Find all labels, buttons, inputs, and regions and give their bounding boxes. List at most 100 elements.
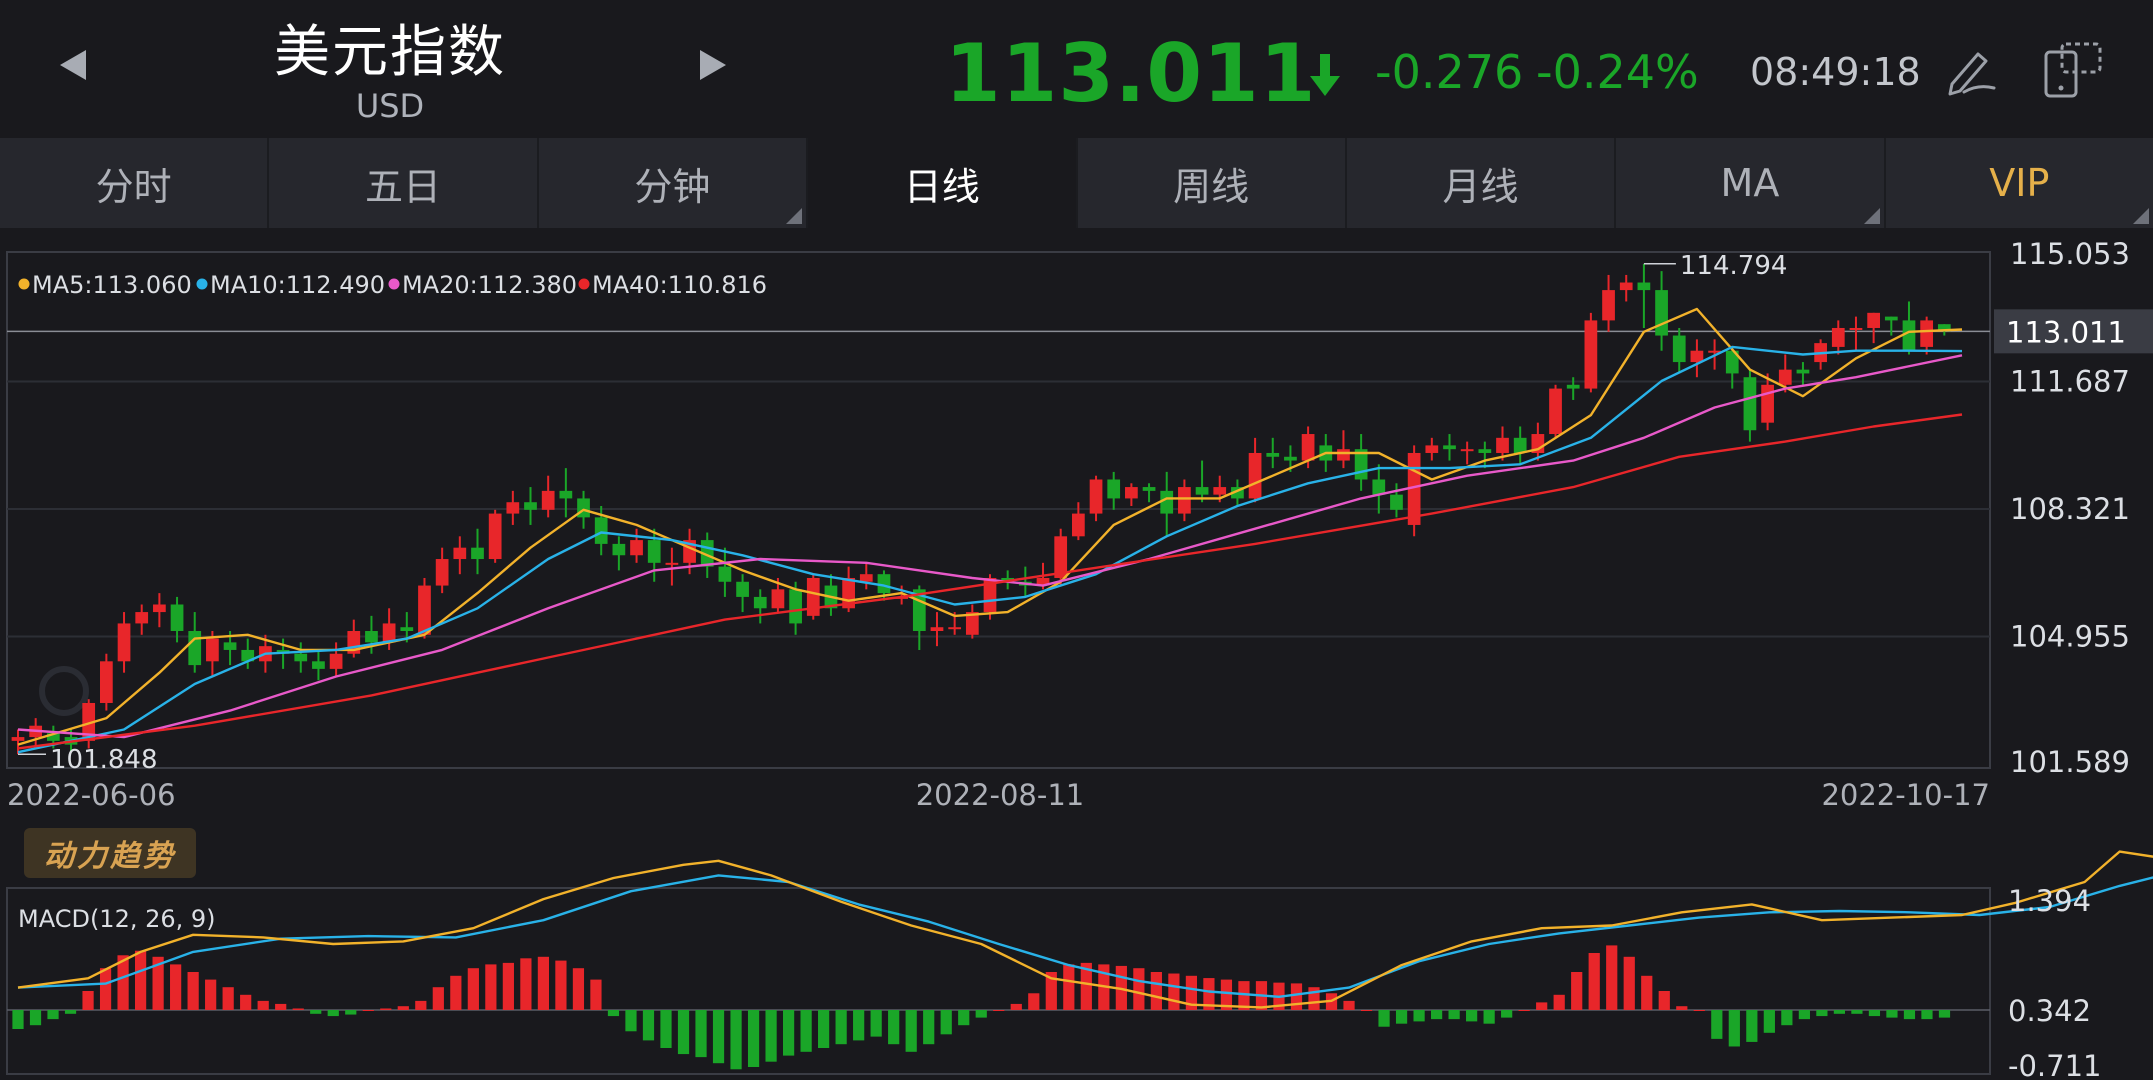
macd-histogram-bar bbox=[310, 1010, 322, 1014]
macd-histogram-bar bbox=[1868, 1010, 1881, 1017]
macd-histogram-bar bbox=[660, 1010, 672, 1048]
price-axis-labels: 115.053 111.687 108.321 104.955 101.589 113.0… bbox=[1994, 237, 2153, 779]
macd-histogram-bar bbox=[1168, 973, 1180, 1010]
tab-vip[interactable]: VIP bbox=[1886, 138, 2153, 228]
candle-body bbox=[1513, 437, 1527, 453]
candle-body bbox=[718, 566, 732, 582]
macd-tick-label: 1.394 bbox=[2008, 884, 2091, 918]
legend-label: MA40:110.816 bbox=[592, 271, 767, 299]
macd-histogram-bar bbox=[12, 1010, 24, 1029]
candle-body bbox=[665, 562, 679, 565]
macd-histogram-bar bbox=[1010, 1003, 1022, 1010]
candle-body bbox=[1443, 445, 1456, 450]
candle-body bbox=[329, 653, 343, 669]
macd-histogram-bar bbox=[1028, 993, 1040, 1010]
macd-histogram-bar bbox=[187, 972, 199, 1010]
macd-histogram-bar bbox=[205, 979, 217, 1010]
macd-histogram-bar bbox=[1623, 956, 1635, 1010]
macd-histogram-bar bbox=[1553, 994, 1565, 1010]
kline-chart[interactable]: 114.794 101.848 115.053 111.687 108.321 104.… bbox=[0, 228, 2153, 1080]
candle-body bbox=[1920, 320, 1934, 347]
legend-dot bbox=[18, 278, 30, 290]
macd-histogram-bar bbox=[1466, 1010, 1478, 1022]
tab-five-day[interactable]: 五日 bbox=[269, 138, 539, 228]
macd-histogram-bar bbox=[1746, 1010, 1758, 1042]
tab-label: MA bbox=[1720, 161, 1780, 205]
candle-body bbox=[400, 627, 414, 632]
macd-histogram-bar bbox=[1501, 1010, 1513, 1018]
candle-body bbox=[1549, 388, 1562, 435]
prev-symbol-button[interactable] bbox=[60, 50, 86, 80]
candle-body bbox=[577, 498, 590, 518]
tab-minute[interactable]: 分钟 bbox=[539, 138, 809, 228]
dropdown-corner-icon bbox=[1863, 208, 1880, 224]
macd-histogram bbox=[12, 945, 1951, 1070]
candle-body bbox=[223, 642, 237, 650]
candle-body bbox=[1460, 449, 1474, 452]
macd-title: MACD(12, 26, 9) bbox=[18, 905, 216, 933]
macd-tick-label: -0.711 bbox=[2008, 1049, 2102, 1080]
macd-histogram-bar bbox=[1290, 983, 1303, 1010]
macd-histogram-bar bbox=[607, 1010, 620, 1017]
macd-histogram-bar bbox=[1395, 1010, 1408, 1024]
macd-histogram-bar bbox=[1641, 975, 1653, 1010]
candle-body bbox=[153, 604, 166, 613]
rotate-screen-icon[interactable] bbox=[2040, 40, 2104, 100]
macd-histogram-bar bbox=[870, 1010, 882, 1037]
candle-body bbox=[206, 638, 219, 662]
candle-body bbox=[1619, 282, 1633, 291]
legend-label: MA5:113.060 bbox=[32, 271, 192, 299]
candle-body bbox=[1301, 434, 1315, 461]
ma5-line bbox=[17, 307, 1963, 746]
candle-body bbox=[1796, 369, 1810, 374]
candle-body bbox=[1637, 282, 1651, 291]
macd-histogram-bar bbox=[327, 1010, 339, 1017]
macd-histogram-bar bbox=[1360, 1010, 1373, 1011]
macd-panel: MACD(12, 26, 9) bbox=[6, 887, 1991, 1075]
tab-monthly[interactable]: 月线 bbox=[1347, 138, 1617, 228]
candle-body bbox=[294, 653, 308, 662]
macd-histogram-bar bbox=[923, 1010, 935, 1045]
macd-histogram-bar bbox=[1711, 1010, 1723, 1039]
macd-histogram-bar bbox=[1676, 1006, 1688, 1010]
ma-legend: MA5:113.060 MA10:112.490 MA20:112.380 MA40:… bbox=[18, 271, 767, 299]
macd-histogram-bar bbox=[29, 1010, 42, 1026]
tab-intraday[interactable]: 分时 bbox=[0, 138, 270, 228]
next-symbol-button[interactable] bbox=[700, 50, 726, 80]
macd-histogram-bar bbox=[134, 950, 147, 1010]
momentum-trend-badge[interactable]: 动力趋势 bbox=[24, 828, 196, 878]
macd-histogram-bar bbox=[502, 962, 514, 1010]
candle-body bbox=[753, 596, 767, 609]
macd-histogram-bar bbox=[432, 987, 444, 1010]
candle-body bbox=[471, 547, 484, 560]
candle-body bbox=[559, 490, 573, 499]
candle-body bbox=[1390, 494, 1403, 510]
candle-body bbox=[771, 589, 785, 609]
candle-body bbox=[1478, 449, 1492, 453]
candle-body bbox=[877, 574, 891, 594]
candle-body bbox=[1831, 327, 1845, 347]
macd-histogram-bar bbox=[888, 1010, 900, 1045]
candle-body bbox=[1160, 490, 1174, 514]
macd-histogram-bar bbox=[1886, 1010, 1898, 1018]
macd-histogram-bar bbox=[275, 1003, 287, 1010]
candle-body bbox=[435, 559, 449, 586]
last-price: 113.011 bbox=[945, 27, 1317, 120]
legend-dot bbox=[388, 278, 400, 290]
macd-histogram-bar bbox=[222, 987, 234, 1010]
candle-body bbox=[1884, 316, 1898, 321]
candle-body bbox=[789, 589, 802, 624]
macd-histogram-bar bbox=[958, 1010, 970, 1026]
tab-weekly[interactable]: 周线 bbox=[1078, 138, 1347, 228]
price-tick-label: 104.955 bbox=[2010, 620, 2130, 654]
tab-label: 分钟 bbox=[634, 164, 711, 209]
ma-lines: 114.794 101.848 bbox=[17, 251, 1963, 775]
symbol-name: 美元指数 bbox=[274, 20, 506, 85]
dropdown-corner-icon bbox=[786, 208, 803, 224]
tab-ma[interactable]: MA bbox=[1616, 138, 1886, 228]
tab-daily[interactable]: 日线 bbox=[808, 138, 1078, 228]
macd-histogram-bar bbox=[1343, 1000, 1355, 1010]
candle-body bbox=[365, 631, 378, 643]
pen-icon[interactable] bbox=[1944, 44, 2000, 96]
macd-histogram-bar bbox=[1448, 1010, 1460, 1020]
